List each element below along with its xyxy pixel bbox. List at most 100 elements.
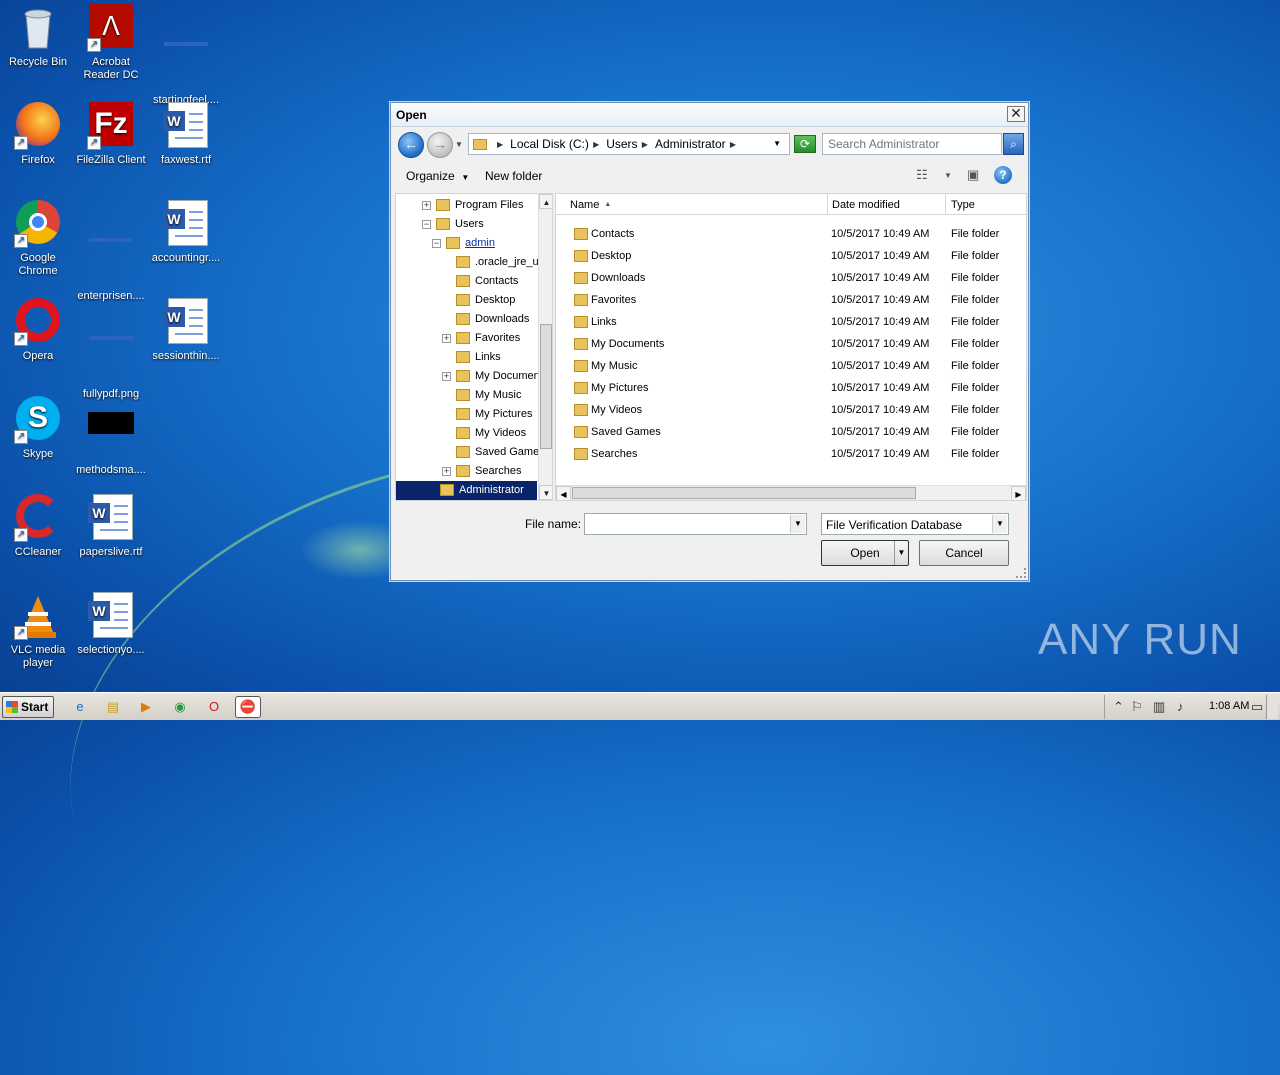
- list-item[interactable]: Searches 10/5/2017 10:49 AM File folder: [556, 443, 1026, 465]
- desktop-icon[interactable]: ᐱ ↗ Acrobat Reader DC: [73, 4, 149, 82]
- forward-button[interactable]: →: [427, 132, 453, 158]
- file-type-dropdown-icon[interactable]: ▼: [992, 515, 1007, 533]
- start-button[interactable]: Start: [2, 696, 54, 718]
- desktop-icon[interactable]: enterprisen....: [73, 200, 149, 303]
- search-button[interactable]: ⌕: [1003, 133, 1024, 155]
- show-hidden-icons-icon[interactable]: ⌃: [1113, 699, 1124, 715]
- scroll-right-arrow-icon[interactable]: ▶: [1011, 486, 1026, 500]
- desktop-icon[interactable]: Waccountingr....: [148, 200, 224, 265]
- tree-expander-icon[interactable]: +: [442, 467, 451, 476]
- desktop-icon[interactable]: Fz ↗ FileZilla Client: [73, 102, 149, 167]
- scroll-thumb[interactable]: [572, 487, 916, 499]
- tree-vertical-scrollbar[interactable]: ▲ ▼: [538, 194, 552, 500]
- list-item[interactable]: My Documents 10/5/2017 10:49 AM File folde…: [556, 333, 1026, 355]
- new-folder-button[interactable]: New folder: [485, 169, 542, 183]
- desktop-icon[interactable]: Wselectionyo....: [73, 592, 149, 657]
- file-name-dropdown-icon[interactable]: ▼: [790, 515, 805, 533]
- desktop-icon[interactable]: S ↗ Skype: [0, 396, 76, 461]
- explorer-icon[interactable]: ▤: [103, 697, 123, 717]
- tree-item[interactable]: Saved Game: [396, 443, 539, 462]
- dialog-titlebar[interactable]: Open ✕: [391, 103, 1028, 127]
- tree-expander-icon[interactable]: −: [422, 220, 431, 229]
- desktop-icon[interactable]: ↗ Firefox: [0, 102, 76, 167]
- address-bar[interactable]: ▶ Local Disk (C:) ▶ Users ▶ Administrato…: [468, 133, 790, 155]
- desktop-icon[interactable]: ↗ Google Chrome: [0, 200, 76, 278]
- file-list-pane[interactable]: Name ▲ Date modified Type Contacts 10/5/20…: [555, 193, 1027, 501]
- tree-expander-icon[interactable]: +: [422, 201, 431, 210]
- clock[interactable]: 1:08 AM: [1209, 700, 1249, 712]
- desktop-icon[interactable]: methodsma....: [73, 396, 149, 477]
- open-split-dropdown-icon[interactable]: ▼: [894, 541, 908, 565]
- breadcrumb-administrator[interactable]: Administrator ▶: [655, 137, 741, 151]
- tree-item[interactable]: Contacts: [396, 272, 537, 291]
- list-item[interactable]: My Videos 10/5/2017 10:49 AM File folder: [556, 399, 1026, 421]
- desktop-icon[interactable]: Wsessionthin....: [148, 298, 224, 363]
- desktop-icon[interactable]: Wfaxwest.rtf: [148, 102, 224, 167]
- breadcrumb-local-disk[interactable]: Local Disk (C:) ▶: [510, 137, 604, 151]
- scroll-thumb[interactable]: [540, 324, 552, 449]
- action-center-flag-icon[interactable]: ⚐: [1131, 699, 1143, 715]
- desktop-icon[interactable]: ↗ CCleaner: [0, 494, 76, 559]
- media-player-icon[interactable]: ▶: [136, 697, 156, 717]
- resize-grip[interactable]: [1016, 568, 1026, 578]
- desktop-icon[interactable]: Recycle Bin: [0, 4, 76, 69]
- volume-icon[interactable]: ♪: [1177, 699, 1184, 714]
- column-header-name[interactable]: Name ▲: [556, 194, 828, 215]
- scroll-down-arrow-icon[interactable]: ▼: [539, 485, 552, 500]
- internet-explorer-icon[interactable]: e: [70, 697, 90, 717]
- file-name-field[interactable]: ▼: [584, 513, 807, 535]
- desktop-icon[interactable]: ↗ VLC media player: [0, 592, 76, 670]
- tree-item[interactable]: .oracle_jre_u: [396, 253, 539, 272]
- help-icon[interactable]: ?: [994, 166, 1012, 184]
- tree-item[interactable]: + My Documen: [396, 367, 540, 386]
- file-type-filter[interactable]: File Verification Database ▼: [821, 513, 1009, 535]
- chrome-icon[interactable]: ◉: [170, 697, 190, 717]
- desktop-icon[interactable]: startingfeel....: [148, 4, 224, 107]
- show-desktop-button[interactable]: [1266, 695, 1278, 719]
- tree-item[interactable]: My Music: [396, 386, 537, 405]
- address-dropdown-icon[interactable]: ▼: [773, 139, 781, 148]
- search-input[interactable]: [822, 133, 1002, 155]
- preview-pane-icon[interactable]: ▣: [967, 167, 979, 183]
- cancel-button[interactable]: Cancel: [919, 540, 1009, 566]
- organize-menu[interactable]: Organize ▼: [406, 169, 469, 183]
- view-dropdown-icon[interactable]: ▼: [944, 171, 952, 180]
- list-item[interactable]: Desktop 10/5/2017 10:49 AM File folder: [556, 245, 1026, 267]
- tree-item[interactable]: Administrator: [396, 481, 537, 500]
- list-horizontal-scrollbar[interactable]: ◀ ▶: [556, 485, 1026, 500]
- close-button[interactable]: ✕: [1007, 106, 1025, 122]
- tree-item[interactable]: Desktop: [396, 291, 537, 310]
- column-header-date[interactable]: Date modified: [828, 194, 946, 215]
- active-app-icon[interactable]: ⛔: [235, 696, 261, 718]
- column-header-type[interactable]: Type: [946, 194, 1026, 215]
- tree-expander-icon[interactable]: +: [442, 372, 451, 381]
- breadcrumb-users[interactable]: Users ▶: [606, 137, 653, 151]
- list-item[interactable]: Saved Games 10/5/2017 10:49 AM File folder: [556, 421, 1026, 443]
- list-item[interactable]: My Pictures 10/5/2017 10:49 AM File folder: [556, 377, 1026, 399]
- tree-expander-icon[interactable]: +: [442, 334, 451, 343]
- list-item[interactable]: Links 10/5/2017 10:49 AM File folder: [556, 311, 1026, 333]
- list-item[interactable]: Contacts 10/5/2017 10:49 AM File folder: [556, 223, 1026, 245]
- scroll-up-arrow-icon[interactable]: ▲: [539, 194, 552, 209]
- desktop-icon[interactable]: Wpaperslive.rtf: [73, 494, 149, 559]
- tree-expander-icon[interactable]: −: [432, 239, 441, 248]
- tree-item[interactable]: Links: [396, 348, 537, 367]
- tree-item[interactable]: My Pictures: [396, 405, 537, 424]
- tree-item[interactable]: + Program Files: [396, 196, 537, 215]
- desktop-icon[interactable]: fullypdf.png: [73, 298, 149, 401]
- recent-locations-dropdown[interactable]: ▼: [455, 140, 463, 149]
- opera-icon[interactable]: O: [204, 697, 224, 717]
- tree-item[interactable]: Downloads: [396, 310, 537, 329]
- notification-icon[interactable]: ▭: [1251, 699, 1263, 715]
- scroll-left-arrow-icon[interactable]: ◀: [556, 486, 571, 500]
- open-button[interactable]: Open ▼: [821, 540, 909, 566]
- list-item[interactable]: Downloads 10/5/2017 10:49 AM File folder: [556, 267, 1026, 289]
- tree-item[interactable]: + Favorites: [396, 329, 537, 348]
- list-item[interactable]: Favorites 10/5/2017 10:49 AM File folder: [556, 289, 1026, 311]
- list-item[interactable]: My Music 10/5/2017 10:49 AM File folder: [556, 355, 1026, 377]
- desktop-icon[interactable]: ↗ Opera: [0, 298, 76, 363]
- refresh-button[interactable]: ⟳: [794, 135, 816, 153]
- view-options-icon[interactable]: ☷: [916, 167, 928, 183]
- breadcrumb-root[interactable]: ▶: [495, 140, 508, 149]
- back-button[interactable]: ←: [398, 132, 424, 158]
